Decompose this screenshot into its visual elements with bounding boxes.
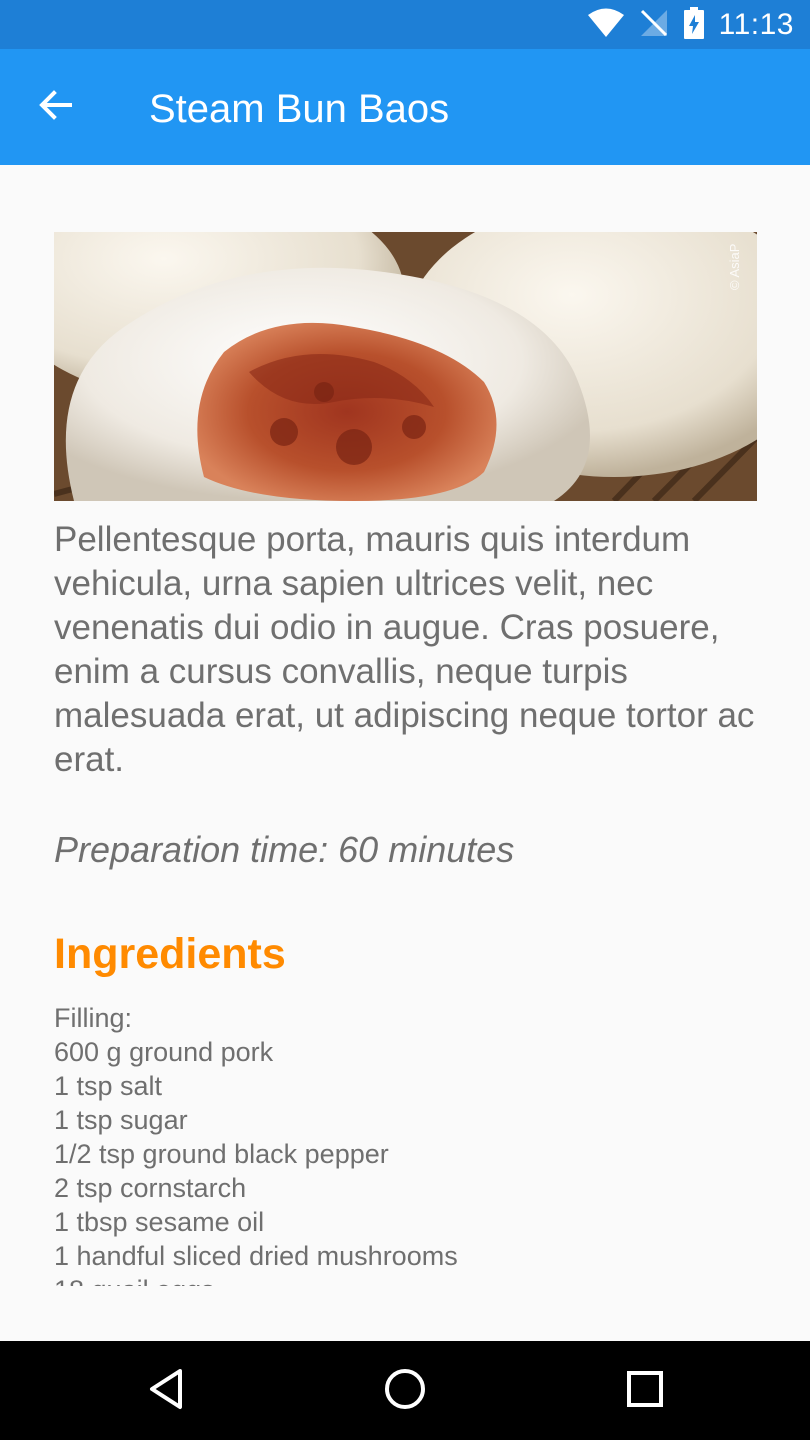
page-title: Steam Bun Baos bbox=[149, 87, 450, 131]
no-signal-icon bbox=[639, 8, 669, 43]
ingredient-item: 1/2 tsp ground black pepper bbox=[54, 1139, 389, 1169]
prep-time-label: Preparation time: bbox=[54, 829, 329, 870]
ingredient-item: 18 quail eggs bbox=[54, 1273, 774, 1286]
ingredient-item: 1 handful sliced dried mushrooms bbox=[54, 1241, 458, 1271]
ingredients-list: Filling: 600 g ground pork 1 tsp salt 1 … bbox=[54, 1001, 774, 1286]
status-time: 11:13 bbox=[718, 8, 794, 41]
app-bar: Steam Bun Baos bbox=[0, 49, 810, 165]
home-circle-icon bbox=[383, 1367, 427, 1416]
prep-time-value: 60 bbox=[338, 829, 379, 870]
ingredient-item: 1 tbsp sesame oil bbox=[54, 1207, 265, 1237]
ingredients-heading: Ingredients bbox=[54, 930, 286, 978]
preparation-time: Preparation time: 60 minutes bbox=[54, 829, 514, 871]
battery-charging-icon bbox=[683, 6, 705, 44]
nav-recents-button[interactable] bbox=[615, 1363, 675, 1419]
image-watermark: © AsiaP bbox=[727, 244, 742, 290]
back-triangle-icon bbox=[146, 1367, 186, 1416]
ingredient-item: 1 tsp salt bbox=[54, 1071, 163, 1101]
status-bar: 11:13 bbox=[0, 0, 810, 49]
recipe-image: © AsiaP bbox=[54, 232, 757, 501]
wifi-icon bbox=[587, 8, 625, 43]
ingredient-item: 2 tsp cornstarch bbox=[54, 1173, 247, 1203]
recipe-description: Pellentesque porta, mauris quis interdum… bbox=[54, 520, 755, 779]
nav-back-button[interactable] bbox=[136, 1363, 196, 1419]
nav-home-button[interactable] bbox=[375, 1363, 435, 1419]
arrow-left-icon bbox=[38, 87, 74, 128]
recipe-content[interactable]: © AsiaP Pellentesque porta, mauris quis … bbox=[0, 165, 810, 1341]
recents-square-icon bbox=[625, 1369, 665, 1414]
navigation-bar bbox=[0, 1341, 810, 1440]
ingredient-item: 600 g ground pork bbox=[54, 1037, 274, 1067]
ingredient-item: Filling: bbox=[54, 1003, 133, 1033]
status-icons: 11:13 bbox=[587, 6, 794, 44]
back-button[interactable] bbox=[28, 79, 84, 135]
ingredient-item: 1 tsp sugar bbox=[54, 1105, 188, 1135]
prep-time-unit: minutes bbox=[388, 829, 515, 870]
